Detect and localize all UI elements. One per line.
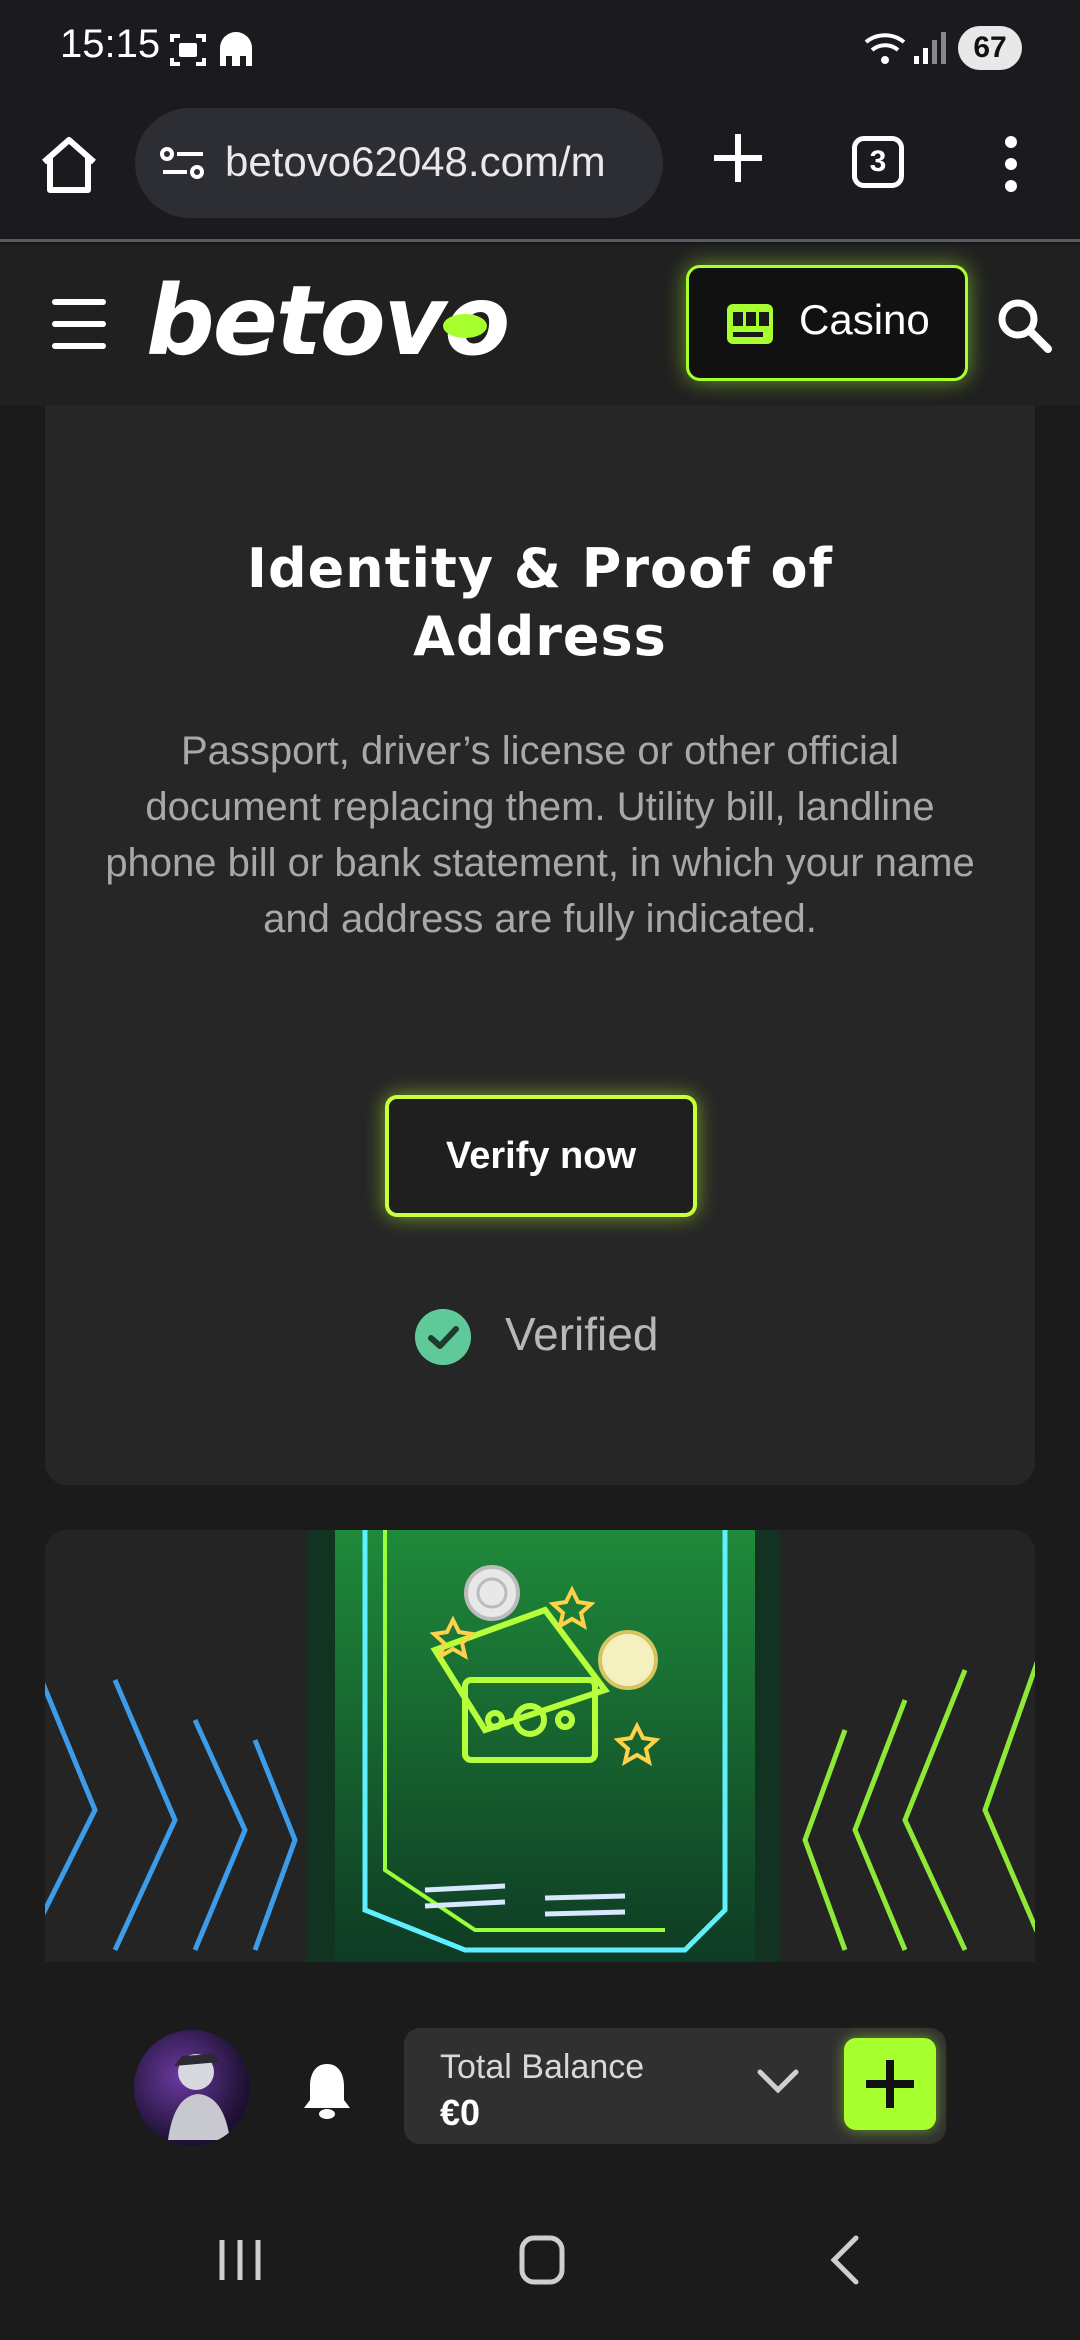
verify-now-button[interactable]: Verify now [385, 1095, 697, 1217]
signal-icon [914, 32, 946, 64]
wifi-icon [864, 33, 906, 64]
more-icon[interactable] [996, 134, 1026, 194]
promo-banner-image [45, 1530, 1035, 1962]
status-time: 15:15 [60, 22, 161, 66]
system-nav-bar [0, 2180, 1080, 2340]
card-title-line1: Identity & Proof of [246, 537, 834, 600]
home-nav-icon[interactable] [502, 2230, 582, 2290]
balance-value: €0 [440, 2092, 481, 2133]
recents-icon[interactable] [200, 2230, 280, 2290]
balance-dropdown[interactable]: Total Balance €0 [404, 2028, 946, 2144]
site-info-icon[interactable] [159, 144, 207, 184]
site-header: betovo Casino [0, 245, 1080, 405]
battery-indicator: 67 [958, 26, 1022, 70]
plus-icon [866, 2060, 914, 2108]
slot-machine-icon [727, 304, 773, 344]
bell-icon[interactable] [300, 2060, 354, 2120]
url-text[interactable]: betovo62048.com/m [225, 138, 606, 186]
card-title-line2: Address [413, 605, 667, 668]
casino-button[interactable]: Casino [686, 265, 968, 381]
card-title: Identity & Proof of Address [45, 535, 1035, 671]
check-icon [415, 1309, 471, 1365]
avatar-image [168, 2054, 230, 2140]
avatar[interactable] [134, 2030, 250, 2146]
casino-label: Casino [799, 296, 930, 343]
hamburger-icon[interactable] [52, 299, 106, 349]
chevron-down-icon[interactable] [754, 2064, 802, 2100]
deposit-button[interactable] [844, 2038, 936, 2130]
account-bar: Total Balance €0 [0, 2010, 1080, 2180]
logo-accent [443, 314, 487, 338]
ghost-icon [220, 32, 252, 66]
screenshot-icon [170, 34, 206, 66]
address-bar[interactable]: betovo62048.com/m [135, 108, 663, 218]
balance-label: Total Balance [440, 2048, 645, 2086]
browser-toolbar: betovo62048.com/m 3 [0, 100, 1080, 242]
home-icon[interactable] [38, 134, 100, 196]
verification-card: Identity & Proof of Address Passport, dr… [45, 405, 1035, 1485]
back-icon[interactable] [806, 2230, 886, 2290]
verified-label: Verified [505, 1308, 659, 1360]
card-description: Passport, driver’s license or other offi… [105, 729, 975, 941]
promo-banner[interactable] [45, 1530, 1035, 1962]
search-icon[interactable] [996, 297, 1052, 353]
tabs-button[interactable]: 3 [852, 136, 904, 188]
status-bar: 15:15 67 [0, 0, 1080, 100]
page-content: Identity & Proof of Address Passport, dr… [0, 405, 1080, 2010]
new-tab-icon[interactable] [710, 130, 766, 186]
